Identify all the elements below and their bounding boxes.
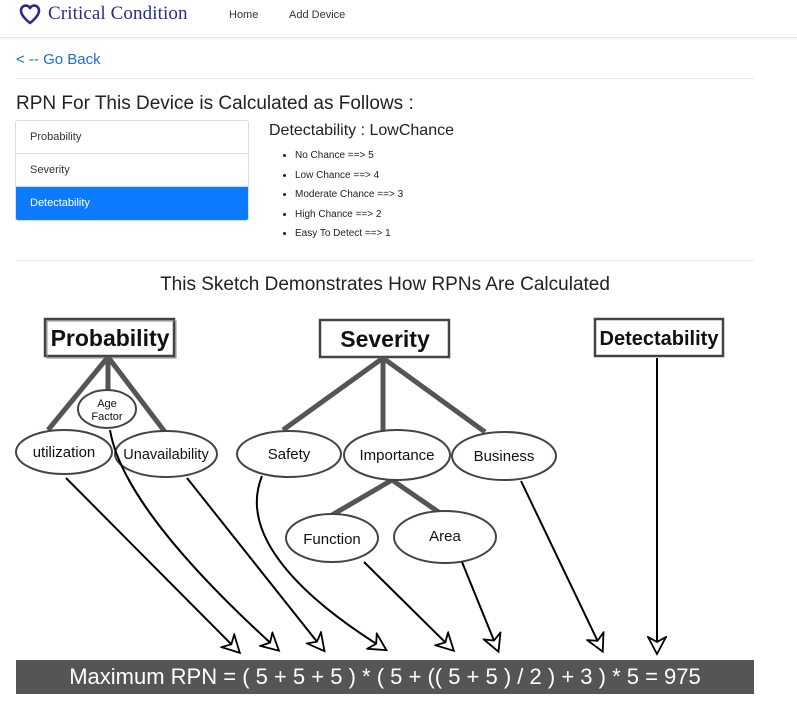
nav-add-device-link[interactable]: Add Device xyxy=(289,9,345,21)
svg-text:Safety: Safety xyxy=(268,446,311,463)
nav-home-link[interactable]: Home xyxy=(229,9,258,21)
brand-name: Critical Condition xyxy=(48,3,188,24)
detail-title: Detectability : LowChance xyxy=(269,122,454,139)
go-back-link[interactable]: < -- Go Back xyxy=(16,51,101,68)
list-item: High Chance ==> 2 xyxy=(295,205,403,225)
svg-text:Business: Business xyxy=(474,448,535,465)
svg-text:Age: Age xyxy=(97,398,117,410)
svg-text:Function: Function xyxy=(303,531,361,548)
factor-list: Probability Severity Detectability xyxy=(15,120,249,221)
detectability-box: Detectability xyxy=(593,317,725,358)
list-item: Low Chance ==> 4 xyxy=(295,166,403,186)
svg-text:Probability: Probability xyxy=(51,325,170,351)
factor-item-detectability[interactable]: Detectability xyxy=(16,187,248,220)
factor-item-severity[interactable]: Severity xyxy=(16,154,248,187)
factor-item-probability[interactable]: Probability xyxy=(16,121,248,154)
max-rpn-formula: Maximum RPN = ( 5 + 5 + 5 ) * ( 5 + (( 5… xyxy=(69,664,701,689)
svg-text:Importance: Importance xyxy=(359,447,434,464)
detail-list: No Chance ==> 5 Low Chance ==> 4 Moderat… xyxy=(280,146,403,244)
svg-text:Area: Area xyxy=(429,528,461,545)
divider xyxy=(16,78,754,79)
svg-text:Detectability: Detectability xyxy=(600,328,720,350)
navbar: Critical Condition Home Add Device xyxy=(0,0,797,38)
svg-text:Factor: Factor xyxy=(91,411,123,423)
formula-arrows xyxy=(65,358,657,650)
svg-text:Severity: Severity xyxy=(340,326,430,352)
brand-link[interactable]: Critical Condition xyxy=(18,2,188,26)
list-item: Moderate Chance ==> 3 xyxy=(295,185,403,205)
divider xyxy=(16,260,754,261)
svg-text:Unavailability: Unavailability xyxy=(123,447,209,463)
list-item: No Chance ==> 5 xyxy=(295,146,403,166)
list-item: Easy To Detect ==> 1 xyxy=(295,224,403,244)
page-heading: RPN For This Device is Calculated as Fol… xyxy=(16,93,414,114)
severity-box: Severity xyxy=(318,318,451,359)
heart-outline-icon xyxy=(18,2,42,26)
svg-text:utilization: utilization xyxy=(33,444,96,461)
sketch-title: This Sketch Demonstrates How RPNs Are Ca… xyxy=(160,274,610,295)
probability-box: Probability xyxy=(43,317,177,359)
